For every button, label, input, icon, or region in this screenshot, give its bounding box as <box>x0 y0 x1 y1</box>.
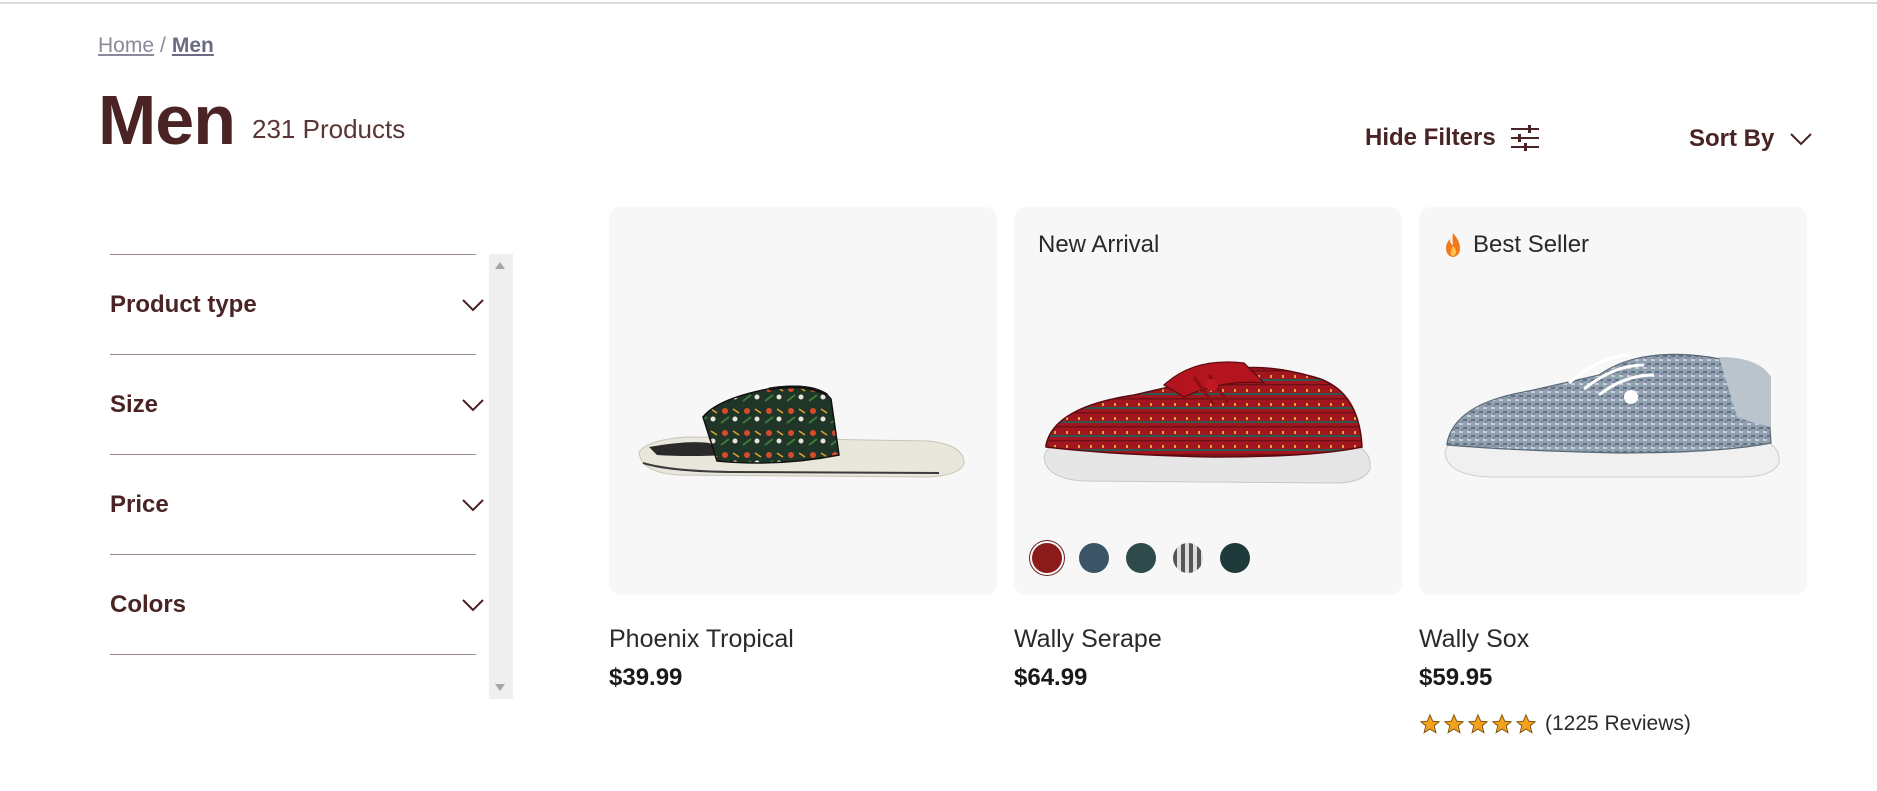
filter-size[interactable]: Size <box>110 355 484 455</box>
product-rating[interactable]: (1225 Reviews) <box>1419 712 1807 736</box>
color-swatches <box>1032 543 1250 573</box>
product-card[interactable]: Best Seller Wally Sox $59.95 (1225 Revie… <box>1419 207 1807 736</box>
product-card[interactable]: Phoenix Tropical $39.99 <box>609 207 997 692</box>
filters-panel: Product type Size Price Colors <box>110 254 484 655</box>
product-image[interactable] <box>609 207 997 595</box>
color-swatch[interactable] <box>1220 543 1250 573</box>
product-count: 231 Products <box>252 114 406 144</box>
breadcrumb-separator: / <box>160 34 166 57</box>
star-icon <box>1491 713 1513 734</box>
hide-filters-label: Hide Filters <box>1365 124 1496 151</box>
star-icon <box>1515 713 1537 734</box>
badge-label: New Arrival <box>1038 231 1160 258</box>
flame-icon <box>1446 233 1460 257</box>
product-card[interactable]: New Arrival Wally Serape $64.99 <box>1014 207 1402 692</box>
sandal-image <box>638 385 965 478</box>
filter-product-type[interactable]: Product type <box>110 255 484 355</box>
breadcrumb-home-link[interactable]: Home <box>98 34 154 57</box>
product-name[interactable]: Wally Sox <box>1419 625 1807 654</box>
product-image[interactable]: Best Seller <box>1419 207 1807 595</box>
hide-filters-button[interactable]: Hide Filters <box>1365 124 1540 152</box>
star-icon <box>1419 713 1441 734</box>
filter-label: Product type <box>110 290 257 318</box>
color-swatch[interactable] <box>1032 543 1062 573</box>
color-swatch[interactable] <box>1173 543 1203 573</box>
filter-price[interactable]: Price <box>110 455 484 555</box>
scroll-down-arrow[interactable] <box>495 684 505 691</box>
shoe-image <box>1444 353 1780 478</box>
review-count[interactable]: (1225 Reviews) <box>1545 712 1691 736</box>
star-rating <box>1419 713 1537 735</box>
filter-label: Price <box>110 490 169 518</box>
filter-label: Size <box>110 390 159 418</box>
color-swatch[interactable] <box>1126 543 1156 573</box>
color-swatch[interactable] <box>1079 543 1109 573</box>
product-name[interactable]: Phoenix Tropical <box>609 625 997 654</box>
best-seller-badge: Best Seller <box>1443 231 1589 259</box>
chevron-down-icon <box>1790 133 1813 146</box>
page-title: Men <box>98 81 236 159</box>
breadcrumb: Home / Men <box>98 34 214 58</box>
chevron-down-icon <box>462 298 484 311</box>
sliders-icon <box>1510 125 1539 151</box>
star-icon <box>1467 713 1489 734</box>
top-divider <box>0 2 1877 4</box>
filter-label: Colors <box>110 590 187 618</box>
product-name[interactable]: Wally Serape <box>1014 625 1402 654</box>
new-arrival-badge: New Arrival <box>1038 231 1159 259</box>
chevron-down-icon <box>462 498 484 511</box>
product-price: $59.95 <box>1419 664 1493 691</box>
sort-by-label: Sort By <box>1689 125 1775 152</box>
chevron-down-icon <box>462 398 484 411</box>
chevron-down-icon <box>462 598 484 611</box>
breadcrumb-current-link[interactable]: Men <box>172 34 214 57</box>
filters-scrollbar[interactable] <box>489 254 513 699</box>
sort-by-button[interactable]: Sort By <box>1689 125 1813 153</box>
product-price: $39.99 <box>609 664 683 691</box>
shoe-image <box>1043 361 1371 484</box>
scroll-up-arrow[interactable] <box>495 262 505 269</box>
product-image[interactable]: New Arrival <box>1014 207 1402 595</box>
star-icon <box>1443 713 1465 734</box>
filter-colors[interactable]: Colors <box>110 555 484 655</box>
badge-label: Best Seller <box>1473 231 1590 258</box>
product-price: $64.99 <box>1014 664 1088 691</box>
